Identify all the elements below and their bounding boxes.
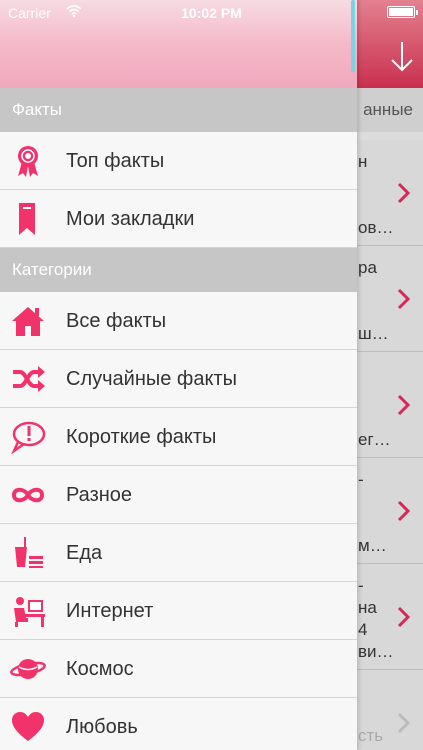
menu-item-all-facts[interactable]: Все факты	[0, 292, 357, 350]
shuffle-icon	[13, 366, 45, 392]
main-text-fragment: -	[358, 576, 364, 595]
menu-item-label: Любовь	[66, 716, 138, 738]
chevron-right-icon	[397, 712, 411, 733]
drink-food-icon	[15, 537, 43, 568]
section-header-categories: Категории	[0, 248, 357, 292]
main-text-fragment: на	[358, 598, 377, 617]
menu-item-top-facts[interactable]: Топ факты	[0, 132, 357, 190]
main-text-fragment: ш…	[358, 324, 389, 343]
menu-item-label: Разное	[66, 484, 133, 506]
arrow-down-icon[interactable]	[389, 40, 415, 74]
menu-item-label: Короткие факты	[66, 426, 217, 448]
computer-user-icon	[14, 597, 45, 627]
menu-item-label: Космос	[66, 658, 134, 680]
menu-item-label: Интернет	[66, 600, 154, 622]
section-title: Категории	[12, 260, 92, 279]
planet-icon	[10, 659, 46, 679]
chevron-right-icon	[397, 500, 411, 521]
menu-item-label: Случайные факты	[66, 368, 238, 390]
bookmark-icon	[19, 203, 35, 235]
menu-item-label: Мои закладки	[66, 208, 195, 230]
ribbon-medal-icon	[18, 146, 38, 177]
battery-icon	[387, 6, 418, 18]
menu-item-bookmarks[interactable]: Мои закладки	[0, 190, 357, 248]
menu-item-love[interactable]: Любовь	[0, 698, 357, 750]
main-text-fragment: ви…	[358, 642, 394, 661]
speech-bubble-exclamation-icon	[11, 421, 46, 454]
menu-item-label: Еда	[66, 542, 103, 564]
chevron-right-icon	[397, 606, 411, 627]
menu-item-short-facts[interactable]: Короткие факты	[0, 408, 357, 466]
chevron-right-icon	[397, 182, 411, 203]
chevron-right-icon	[397, 288, 411, 309]
menu-item-label: Топ факты	[66, 150, 165, 172]
menu-item-internet[interactable]: Интернет	[0, 582, 357, 640]
main-text-fragment: сть	[358, 726, 384, 745]
main-tab-fragment[interactable]: анные	[363, 100, 413, 120]
main-text-fragment: 4	[358, 620, 368, 639]
status-time: 10:02 PM	[181, 5, 242, 21]
menu-item-space[interactable]: Космос	[0, 640, 357, 698]
main-text-fragment: ов…	[358, 218, 394, 237]
menu-item-food[interactable]: Еда	[0, 524, 357, 582]
main-text-fragment: м…	[358, 536, 387, 555]
status-bar: Carrier 10:02 PM	[0, 0, 423, 24]
chevron-right-icon	[397, 394, 411, 415]
main-text-fragment: ег…	[358, 430, 391, 449]
side-drawer: Факты Топ факты Мои закладки Категории В…	[0, 0, 357, 750]
menu-item-label: Все факты	[66, 310, 167, 332]
main-text-fragment: н	[358, 152, 368, 171]
infinity-icon	[11, 487, 45, 503]
menu-item-misc[interactable]: Разное	[0, 466, 357, 524]
home-icon	[12, 307, 44, 336]
section-header-facts: Факты	[0, 88, 357, 132]
heart-icon	[12, 712, 44, 741]
main-text-fragment: -	[358, 470, 364, 489]
main-text-fragment: ра	[358, 258, 377, 277]
section-title: Факты	[12, 100, 63, 119]
menu-item-random-facts[interactable]: Случайные факты	[0, 350, 357, 408]
